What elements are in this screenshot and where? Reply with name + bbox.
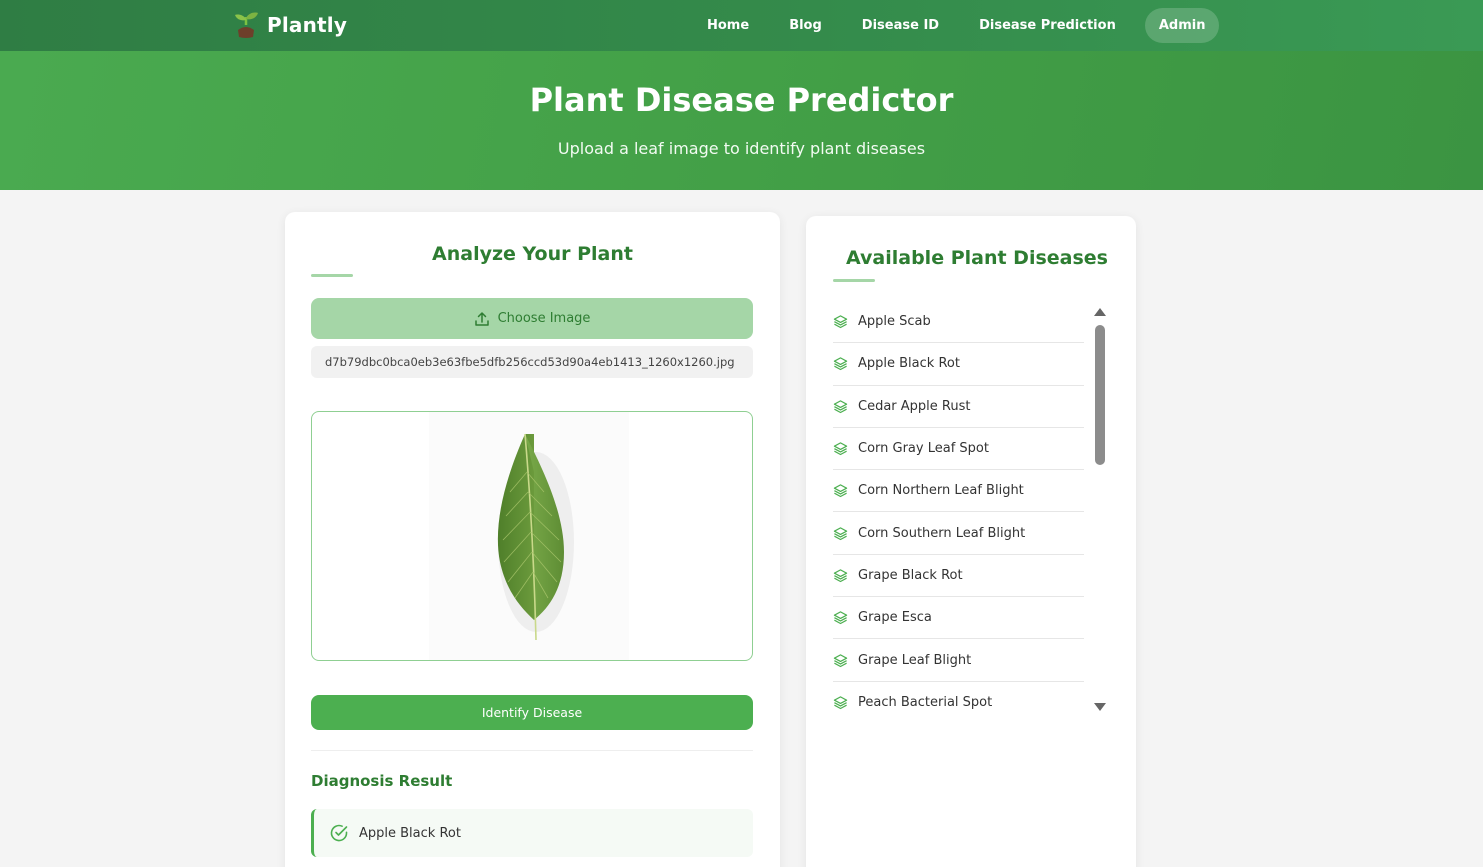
disease-label: Grape Leaf Blight — [858, 652, 972, 668]
disease-list-item[interactable]: Corn Northern Leaf Blight — [833, 470, 1084, 513]
hero-banner: Plant Disease Predictor Upload a leaf im… — [0, 51, 1483, 190]
disease-label: Apple Black Rot — [858, 356, 960, 372]
layers-icon — [833, 441, 858, 456]
layers-icon — [833, 695, 858, 710]
scroll-up-arrow-icon[interactable] — [1094, 308, 1106, 316]
disease-label: Corn Gray Leaf Spot — [858, 441, 989, 457]
diagnosis-title: Diagnosis Result — [311, 772, 453, 790]
choose-image-label: Choose Image — [497, 311, 591, 326]
disease-label: Apple Scab — [858, 314, 931, 330]
selected-filename: d7b79dbc0bca0eb3e63fbe5dfb256ccd53d90a4e… — [311, 346, 753, 378]
nav-admin[interactable]: Admin — [1144, 8, 1220, 43]
layers-icon — [833, 399, 858, 414]
disease-label: Grape Esca — [858, 610, 932, 626]
nav-disease-prediction[interactable]: Disease Prediction — [959, 8, 1136, 43]
layers-icon — [833, 610, 858, 625]
brand-logo[interactable]: Plantly — [233, 10, 347, 40]
disease-list-item[interactable]: Apple Black Rot — [833, 343, 1084, 386]
sprout-icon — [235, 12, 258, 38]
scrollbar[interactable] — [1092, 306, 1108, 718]
section-divider — [311, 750, 753, 751]
navbar: Plantly Home Blog Disease ID Disease Pre… — [0, 0, 1483, 51]
diagnosis-result: Apple Black Rot — [311, 809, 753, 857]
disease-label: Cedar Apple Rust — [858, 398, 971, 414]
layers-icon — [833, 568, 858, 583]
layers-icon — [833, 314, 858, 329]
disease-list: Apple Scab Apple Black Rot Cedar Apple Rus… — [833, 301, 1084, 724]
disease-label: Grape Black Rot — [858, 567, 963, 583]
disease-list-item[interactable]: Corn Gray Leaf Spot — [833, 428, 1084, 471]
nav-home[interactable]: Home — [687, 8, 769, 43]
layers-icon — [833, 356, 858, 371]
analyze-card: Analyze Your Plant Choose Image d7b79dbc… — [285, 212, 780, 867]
diagnosis-result-label: Apple Black Rot — [359, 825, 461, 841]
scroll-down-arrow-icon[interactable] — [1094, 703, 1106, 711]
nav-links: Home Blog Disease ID Disease Prediction … — [687, 8, 1220, 43]
choose-image-button[interactable]: Choose Image — [311, 298, 753, 339]
layers-icon — [833, 653, 858, 668]
disease-list-item[interactable]: Cedar Apple Rust — [833, 386, 1084, 428]
disease-list-item[interactable]: Grape Black Rot — [833, 555, 1084, 598]
disease-label: Corn Northern Leaf Blight — [858, 483, 1024, 499]
disease-list-item[interactable]: Apple Scab — [833, 301, 1084, 344]
diseases-title: Available Plant Diseases — [846, 247, 1108, 269]
layers-icon — [833, 483, 858, 498]
diseases-card: Available Plant Diseases Apple Scab Apple… — [806, 216, 1136, 867]
disease-list-item[interactable]: Grape Esca — [833, 597, 1084, 640]
scrollbar-thumb[interactable] — [1095, 325, 1105, 465]
identify-disease-button[interactable]: Identify Disease — [311, 695, 753, 730]
title-underline — [833, 279, 875, 282]
check-circle-icon — [330, 824, 348, 842]
disease-label: Peach Bacterial Spot — [858, 695, 993, 711]
disease-list-item[interactable]: Corn Southern Leaf Blight — [833, 512, 1084, 555]
brand-name: Plantly — [267, 13, 348, 37]
disease-list-item[interactable]: Grape Leaf Blight — [833, 639, 1084, 682]
disease-list-item[interactable]: Peach Bacterial Spot — [833, 682, 1084, 724]
analyze-title: Analyze Your Plant — [432, 243, 633, 265]
image-preview — [311, 411, 753, 661]
upload-icon — [474, 311, 489, 326]
leaf-image — [497, 433, 574, 641]
nav-disease-id[interactable]: Disease ID — [842, 8, 959, 43]
page-title: Plant Disease Predictor — [529, 81, 954, 119]
layers-icon — [833, 526, 858, 541]
disease-label: Corn Southern Leaf Blight — [858, 525, 1026, 541]
page-subtitle: Upload a leaf image to identify plant di… — [557, 139, 926, 158]
title-underline — [311, 274, 353, 277]
nav-blog[interactable]: Blog — [769, 8, 842, 43]
